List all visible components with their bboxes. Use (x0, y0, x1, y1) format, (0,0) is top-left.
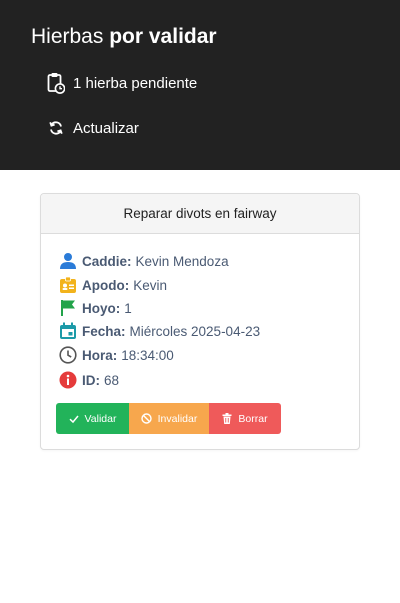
id-row: ID: 68 (58, 369, 119, 391)
action-button-group: Validar Invalidar Borrar (56, 403, 281, 434)
task-card: Reparar divots en fairway Caddie: Kevin … (40, 193, 360, 450)
hole-label: Hoyo: (82, 300, 121, 316)
pending-count: 1 hierba pendiente (46, 71, 197, 95)
alias-row: Apodo: Kevin (58, 274, 167, 296)
caddie-row: Caddie: Kevin Mendoza (58, 250, 229, 272)
refresh-label: Actualizar (73, 119, 139, 137)
refresh-icon (46, 116, 66, 140)
card-title: Reparar divots en fairway (41, 194, 359, 234)
page-title-light: Hierbas (31, 25, 104, 48)
pending-count-text: 1 hierba pendiente (73, 74, 198, 92)
hole-value: 1 (124, 300, 132, 316)
alias-value: Kevin (133, 277, 168, 293)
id-label: ID: (82, 372, 100, 388)
date-label: Fecha: (82, 323, 126, 339)
delete-label: Borrar (238, 412, 268, 425)
clock-icon (58, 344, 78, 366)
page-title: Hierbas por validar (31, 24, 217, 50)
delete-button[interactable]: Borrar (209, 403, 281, 434)
ban-icon (140, 413, 152, 424)
caddie-label: Caddie: (82, 253, 132, 269)
alias-label: Apodo: (82, 277, 130, 293)
validate-button[interactable]: Validar (56, 403, 129, 434)
calendar-icon (58, 320, 78, 342)
check-icon (69, 414, 79, 424)
page-title-bold: por validar (109, 25, 217, 48)
invalidate-label: Invalidar (157, 412, 198, 425)
invalidate-button[interactable]: Invalidar (129, 403, 209, 434)
clipboard-clock-icon (46, 71, 66, 95)
date-row: Fecha: Miércoles 2025-04-23 (58, 320, 260, 342)
hole-row: Hoyo: 1 (58, 297, 132, 319)
trash-icon (222, 413, 232, 424)
page-header: Hierbas por validar 1 hierba pendiente A… (0, 0, 400, 170)
caddie-value: Kevin Mendoza (135, 253, 229, 269)
info-icon (58, 369, 78, 391)
refresh-button[interactable]: Actualizar (46, 116, 139, 140)
validate-label: Validar (84, 412, 117, 425)
date-value: Miércoles 2025-04-23 (129, 323, 261, 339)
time-value: 18:34:00 (121, 347, 174, 363)
flag-icon (58, 297, 78, 319)
id-value: 68 (104, 372, 120, 388)
id-badge-icon (58, 274, 78, 296)
time-label: Hora: (82, 347, 118, 363)
user-icon (58, 250, 78, 272)
time-row: Hora: 18:34:00 (58, 344, 174, 366)
